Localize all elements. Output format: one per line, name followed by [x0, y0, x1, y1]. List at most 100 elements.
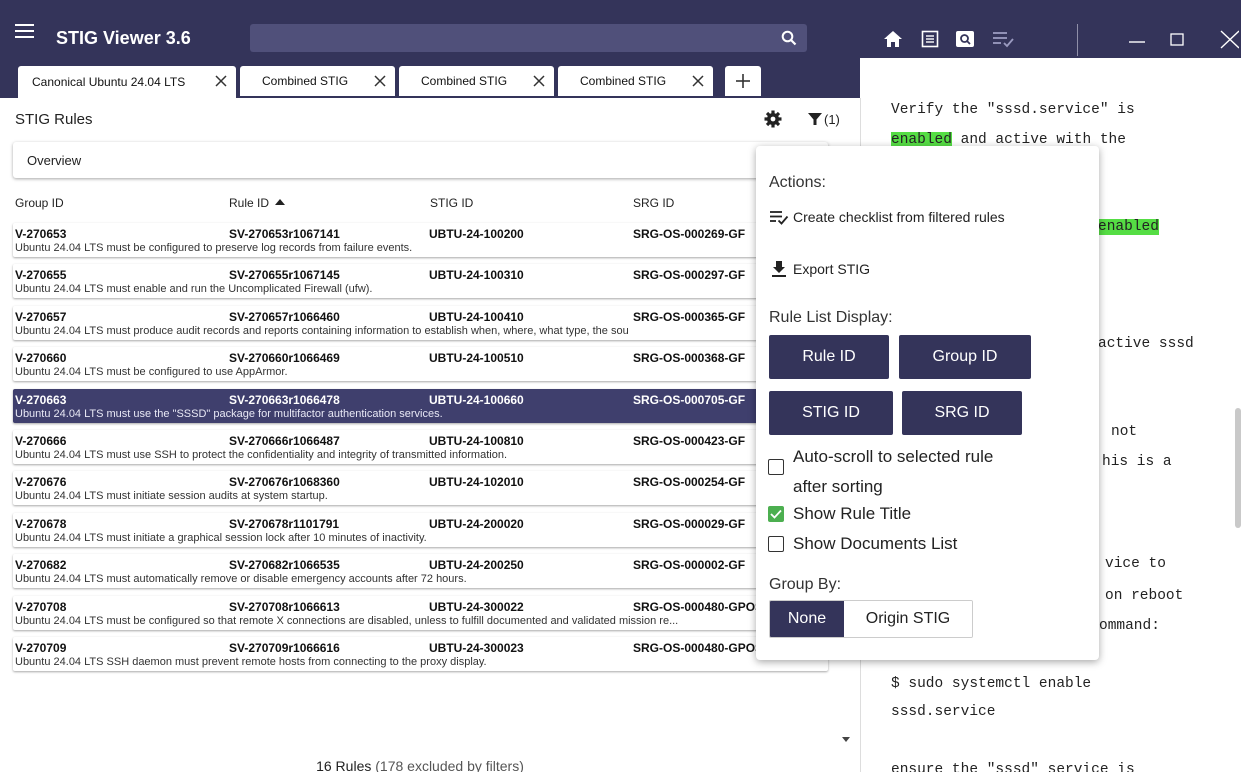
rule-rule-id: SV-270653r1067141: [229, 227, 340, 241]
sort-ascending-icon: [275, 199, 286, 205]
rule-rule-id: SV-270709r1066616: [229, 640, 340, 655]
find-rule-icon[interactable]: [952, 26, 978, 52]
close-tab-icon[interactable]: [373, 74, 387, 88]
add-tab-button[interactable]: [725, 66, 761, 96]
col-header-stig-id[interactable]: STIG ID: [430, 196, 473, 210]
rule-row[interactable]: V-270682 SV-270682r1066535 UBTU-24-200250 S…: [13, 554, 828, 589]
tab-canonical-ubuntu[interactable]: Canonical Ubuntu 24.04 LTS: [18, 66, 236, 98]
gear-icon[interactable]: [764, 110, 782, 128]
detail-line: not: [1111, 424, 1138, 440]
rule-title: Ubuntu 24.04 LTS must enable and run the…: [15, 283, 373, 296]
menu-icon[interactable]: [13, 21, 43, 41]
minimize-icon[interactable]: [1124, 26, 1150, 52]
rule-row[interactable]: V-270653 SV-270653r1067141 UBTU-24-100200 S…: [13, 223, 828, 257]
detail-line: active sssd: [1098, 336, 1194, 352]
rule-row[interactable]: V-270663 SV-270663r1066478 UBTU-24-100660 S…: [13, 388, 828, 423]
rule-rule-id: SV-270663r1066478: [229, 392, 340, 407]
col-header-rule-id-label: Rule ID: [229, 196, 270, 210]
actions-heading: Actions:: [769, 174, 826, 191]
search-input[interactable]: [250, 24, 770, 52]
checklist-icon[interactable]: [990, 26, 1016, 52]
detail-line: on reboot: [1105, 588, 1184, 604]
rule-row[interactable]: V-270676 SV-270676r1068360 UBTU-24-102010 S…: [13, 471, 828, 506]
close-window-icon[interactable]: [1215, 26, 1241, 52]
rule-id-display-button[interactable]: Rule ID: [769, 335, 889, 379]
detail-line: enabled: [1098, 219, 1159, 235]
tab-combined-stig-1[interactable]: Combined STIG: [240, 66, 395, 96]
autoscroll-checkbox-row[interactable]: Auto-scroll to selected rule after sorti…: [768, 442, 993, 502]
tab-label: Combined STIG: [421, 74, 508, 88]
export-stig-label: Export STIG: [793, 261, 871, 277]
groupby-none-button[interactable]: None: [770, 601, 844, 637]
scroll-down-arrow-icon[interactable]: [842, 737, 850, 742]
show-rule-title-label: Show Rule Title: [793, 504, 912, 523]
rule-row[interactable]: V-270678 SV-270678r1101791 UBTU-24-200020 S…: [13, 512, 828, 547]
rule-srg-id: SRG-OS-000365-GF: [633, 309, 746, 324]
col-header-group-id[interactable]: Group ID: [15, 196, 64, 210]
groupby-origin-stig-button[interactable]: Origin STIG: [844, 601, 972, 637]
rule-row[interactable]: V-270709 SV-270709r1066616 UBTU-24-300023 S…: [13, 636, 828, 671]
rule-rule-id: SV-270708r1066613: [229, 599, 340, 614]
rules-pane: STIG Rules (1) Overview Group ID Rule ID…: [0, 98, 858, 772]
close-tab-icon[interactable]: [691, 74, 705, 88]
groupby-heading: Group By:: [769, 576, 842, 593]
detail-line: ommand:: [1099, 618, 1160, 634]
title-bar: STIG Viewer 3.6: [0, 0, 1241, 58]
rule-title: Ubuntu 24.04 LTS must be configured to p…: [15, 242, 413, 254]
rule-srg-id: SRG-OS-000423-GF: [633, 433, 746, 448]
rule-srg-id: SRG-OS-000002-GF: [633, 558, 746, 573]
rule-title: Ubuntu 24.04 LTS must initiate session a…: [15, 490, 328, 503]
tab-combined-stig-3[interactable]: Combined STIG: [558, 66, 713, 96]
show-documents-row[interactable]: Show Documents List: [768, 534, 957, 554]
filter-count: (1): [824, 111, 840, 127]
search-box[interactable]: [250, 24, 807, 52]
app-title: STIG Viewer 3.6: [56, 28, 191, 48]
rule-srg-id: SRG-OS-000297-GF: [633, 268, 746, 283]
filter-button[interactable]: (1): [808, 110, 840, 128]
rule-row[interactable]: V-270657 SV-270657r1066460 UBTU-24-100410 S…: [13, 305, 828, 340]
display-heading: Rule List Display:: [769, 309, 893, 326]
tab-label: Combined STIG: [262, 74, 349, 88]
autoscroll-label-2: after sorting: [793, 477, 883, 496]
tab-combined-stig-2[interactable]: Combined STIG: [399, 66, 554, 96]
maximize-icon[interactable]: [1164, 26, 1190, 52]
export-stig-button[interactable]: Export STIG: [769, 258, 870, 280]
rule-title: Ubuntu 24.04 LTS must use the "SSSD" pac…: [15, 407, 443, 420]
stig-id-display-button[interactable]: STIG ID: [769, 391, 893, 435]
rule-row[interactable]: V-270660 SV-270660r1066469 UBTU-24-100510 S…: [13, 347, 828, 382]
rule-stig-id: UBTU-24-100410: [429, 309, 524, 324]
checkmark-icon: [770, 509, 782, 519]
create-checklist-button[interactable]: Create checklist from filtered rules: [769, 206, 1005, 228]
detail-line: sssd.service: [891, 704, 996, 720]
group-id-display-button[interactable]: Group ID: [899, 335, 1031, 379]
detail-scrollbar[interactable]: [1235, 408, 1241, 528]
col-header-rule-id[interactable]: Rule ID: [229, 196, 286, 210]
rule-row[interactable]: V-270708 SV-270708r1066613 UBTU-24-300022 S…: [13, 595, 828, 630]
rule-title: Ubuntu 24.04 LTS must be configured to u…: [15, 366, 288, 379]
detail-line: ensure the "sssd" service is: [891, 762, 1135, 772]
col-header-srg-id[interactable]: SRG ID: [633, 196, 674, 210]
rules-count: 16 Rules: [316, 758, 372, 772]
overview-button[interactable]: Overview: [13, 142, 828, 178]
detail-line: vice to: [1105, 556, 1166, 572]
rule-row[interactable]: V-270655 SV-270655r1067145 UBTU-24-100310 S…: [13, 264, 828, 299]
rule-group-id: V-270653: [15, 227, 67, 241]
close-tab-icon[interactable]: [214, 74, 228, 88]
rule-group-id: V-270676: [15, 475, 67, 490]
show-rule-title-checkbox[interactable]: [768, 506, 784, 522]
autoscroll-checkbox[interactable]: [768, 459, 784, 475]
srg-id-display-button[interactable]: SRG ID: [902, 391, 1022, 435]
close-tab-icon[interactable]: [532, 74, 546, 88]
show-documents-checkbox[interactable]: [768, 536, 784, 552]
rule-rule-id: SV-270678r1101791: [229, 516, 340, 531]
search-icon[interactable]: [771, 24, 807, 52]
detail-highlight: enabled: [1098, 219, 1159, 235]
home-icon[interactable]: [880, 26, 906, 52]
rule-group-id: V-270682: [15, 558, 67, 573]
rule-group-id: V-270660: [15, 351, 67, 366]
rule-row[interactable]: V-270666 SV-270666r1066487 UBTU-24-100810 S…: [13, 429, 828, 464]
app-window: STIG Viewer 3.6 Canonical Ubuntu 24.04 L…: [0, 0, 1241, 772]
document-list-icon[interactable]: [917, 26, 943, 52]
rule-stig-id: UBTU-24-102010: [429, 475, 524, 490]
show-rule-title-row[interactable]: Show Rule Title: [768, 504, 911, 524]
